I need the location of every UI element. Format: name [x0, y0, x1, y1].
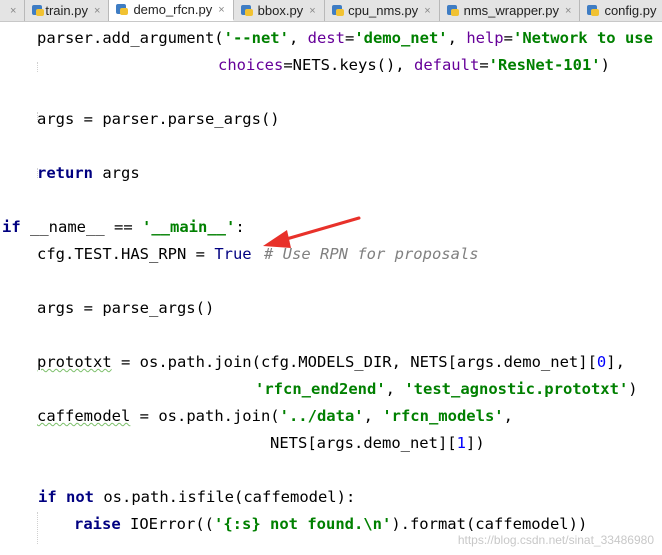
code-editor[interactable]: parser.add_argument('--net', dest='demo_…	[0, 22, 662, 555]
code-line: NETS[args.demo_net][1])	[270, 434, 485, 452]
tab-label: nms_wrapper.py	[463, 3, 560, 18]
code-line: return args	[37, 164, 140, 182]
close-icon[interactable]: ×	[94, 5, 100, 17]
tab-label: train.py	[45, 3, 88, 18]
tab-label: bbox.py	[257, 3, 304, 18]
code-line: cfg.TEST.HAS_RPN = True	[37, 245, 252, 263]
close-icon[interactable]: ×	[424, 5, 430, 17]
code-line: if __name__ == '__main__':	[2, 218, 245, 236]
tab-config-py[interactable]: config.py	[580, 0, 662, 21]
tab-partial[interactable]: ×	[0, 0, 26, 21]
code-line: parser.add_argument('--net', dest='demo_…	[37, 29, 653, 47]
code-line: caffemodel = os.path.join('../data', 'rf…	[37, 407, 513, 425]
python-file-icon	[331, 4, 345, 17]
tab-label: demo_rfcn.py	[133, 2, 213, 17]
indent-guide	[37, 512, 38, 544]
code-line: args = parser.parse_args()	[37, 110, 280, 128]
code-line: choices=NETS.keys(), default='ResNet-101…	[218, 56, 610, 74]
code-line: raise IOError(('{:s} not found.\n').form…	[74, 515, 588, 533]
watermark: https://blog.csdn.net/sinat_33486980	[457, 533, 654, 547]
close-icon[interactable]: ×	[565, 5, 571, 17]
tab-bbox-py[interactable]: bbox.py ×	[233, 0, 325, 21]
code-line: 'rfcn_end2end', 'test_agnostic.prototxt'…	[255, 380, 638, 398]
tab-cpu-nms-py[interactable]: cpu_nms.py ×	[324, 0, 440, 21]
code-line: if not os.path.isfile(caffemodel):	[38, 488, 356, 506]
code-line: prototxt = os.path.join(cfg.MODELS_DIR, …	[37, 353, 625, 371]
indent-guide	[37, 62, 38, 72]
python-file-icon	[446, 4, 460, 17]
tab-nms-wrapper-py[interactable]: nms_wrapper.py ×	[439, 0, 581, 21]
tab-train-py[interactable]: train.py ×	[25, 0, 110, 21]
red-arrow-icon	[263, 216, 361, 248]
tab-label: cpu_nms.py	[348, 3, 419, 18]
python-file-icon	[240, 4, 254, 17]
python-file-icon	[31, 4, 45, 17]
python-file-icon	[586, 4, 600, 17]
close-icon[interactable]: ×	[10, 5, 16, 17]
tab-demo-rfcn-py[interactable]: demo_rfcn.py ×	[109, 0, 234, 21]
tab-label: config.py	[604, 3, 657, 18]
close-icon[interactable]: ×	[218, 4, 224, 16]
close-icon[interactable]: ×	[309, 5, 315, 17]
editor-tab-bar: × train.py × demo_rfcn.py × bbox.py × cp…	[0, 0, 662, 22]
code-line: args = parse_args()	[37, 299, 215, 317]
python-file-icon	[115, 3, 129, 16]
